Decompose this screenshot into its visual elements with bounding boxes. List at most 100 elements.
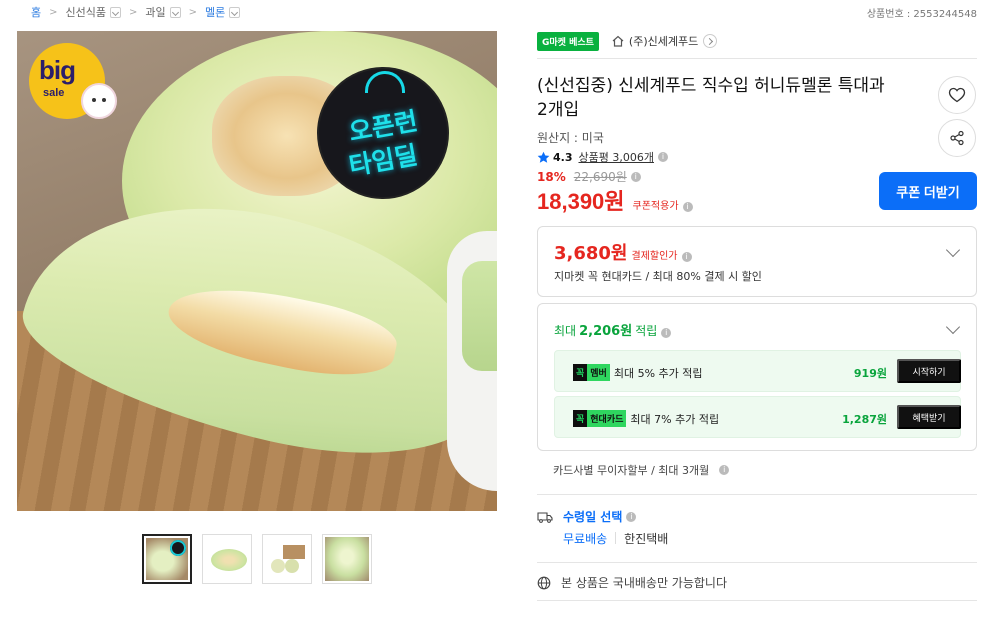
- globe-icon: [537, 576, 551, 589]
- breadcrumb-separator: >: [129, 6, 138, 18]
- reward-item-points: 1,287원: [842, 413, 887, 426]
- shipping-row: 수령일 선택 i: [537, 508, 637, 525]
- kkok-tag: 꼭: [573, 410, 588, 427]
- reward-card: 최대 2,206원 적립 i 꼭 멤버 최대 5% 추가 적립 919원 시작하기…: [537, 303, 977, 451]
- reward-item-text: 최대 5% 추가 적립: [613, 366, 703, 380]
- star-icon: [537, 151, 550, 163]
- installment-info: 카드사별 무이자할부 / 최대 3개월 i: [553, 462, 730, 478]
- chevron-down-icon[interactable]: [945, 242, 961, 258]
- divider: [537, 494, 977, 495]
- wishlist-button[interactable]: [938, 76, 976, 114]
- get-benefit-button[interactable]: 혜택받기: [897, 405, 961, 429]
- shipping-detail-row: 무료배송 한진택배: [563, 530, 668, 547]
- bowl-melon-illustration: [462, 261, 497, 371]
- thumbnail-image: [325, 537, 369, 581]
- alarm-clock-icon: [365, 71, 405, 93]
- info-icon[interactable]: i: [719, 465, 730, 475]
- big-sale-badge: big sale: [29, 43, 117, 119]
- divider: [537, 600, 977, 601]
- rating-value: 4.3: [553, 150, 573, 164]
- start-member-button[interactable]: 시작하기: [897, 359, 961, 383]
- best-tag[interactable]: G마켓 베스트: [537, 31, 599, 51]
- domestic-shipping-notice: 본 상품은 국내배송만 가능합니다: [537, 574, 727, 591]
- product-number: 상품번호 : 2553244548: [866, 9, 977, 20]
- reward-item-member: 꼭 멤버 최대 5% 추가 적립 919원 시작하기: [554, 350, 961, 392]
- thumbnail-1[interactable]: [142, 534, 192, 584]
- chevron-right-icon[interactable]: [703, 34, 718, 48]
- reward-amount: 2,206원: [579, 324, 633, 339]
- kkok-tag: 꼭: [573, 364, 588, 381]
- chevron-down-icon[interactable]: [945, 319, 961, 335]
- price-note: 쿠폰적용가: [632, 201, 679, 212]
- delivery-date-select[interactable]: 수령일 선택: [563, 508, 622, 525]
- reward-item-tag: 꼭 현대카드 최대 7% 추가 적립: [573, 410, 719, 427]
- thumbnail-3[interactable]: [262, 534, 312, 584]
- info-icon[interactable]: i: [657, 152, 668, 162]
- truck-icon: [537, 511, 553, 523]
- chevron-down-icon[interactable]: [229, 6, 241, 18]
- hyundai-card-tag: 현대카드: [587, 410, 627, 427]
- open-run-timedeal-badge: 오픈런 타임딜: [317, 67, 449, 199]
- bunny-icon: [81, 83, 117, 119]
- origin-text: 원산지 : 미국: [537, 131, 604, 145]
- breadcrumb-level3[interactable]: 멜론: [205, 4, 225, 20]
- big-sale-badge-big: big: [39, 55, 76, 85]
- reward-header: 최대 2,206원 적립 i: [554, 320, 672, 339]
- discount-rate: 18%: [537, 169, 566, 184]
- discount-row: 18% 22,690원 i: [537, 168, 641, 185]
- shop-home-icon[interactable]: [611, 34, 625, 48]
- reward-item-tag: 꼭 멤버 최대 5% 추가 적립: [573, 364, 703, 381]
- breadcrumb-level2[interactable]: 과일: [145, 4, 165, 20]
- thumbnail-image: [265, 537, 309, 581]
- thumbnail-4[interactable]: [322, 534, 372, 584]
- big-sale-badge-sale: sale: [43, 87, 65, 99]
- reward-prefix: 최대: [554, 324, 577, 338]
- reward-suffix: 적립: [635, 324, 658, 338]
- seller-row: G마켓 베스트 (주)신세계푸드: [537, 31, 718, 51]
- breadcrumb: 홈 > 신선식품 > 과일 > 멜론: [31, 3, 241, 21]
- divider: [615, 532, 617, 544]
- thumbnail-image: [146, 538, 188, 580]
- price-row: 18,390원 쿠폰적용가 i: [537, 184, 693, 216]
- reward-item-points: 919원: [853, 367, 887, 380]
- original-price: 22,690원: [573, 170, 627, 184]
- review-count-link[interactable]: 상품평 3,006개: [579, 149, 654, 165]
- installment-text: 카드사별 무이자할부 / 최대 3개월: [553, 464, 710, 477]
- carrier-name: 한진택배: [624, 532, 669, 546]
- product-main-image[interactable]: big sale 오픈런 타임딜: [17, 31, 497, 511]
- payment-discount-desc: 지마켓 꼭 현대카드 / 최대 80% 결제 시 할인: [554, 270, 762, 283]
- reward-item-text: 최대 7% 추가 적립: [630, 412, 720, 426]
- divider: [537, 58, 977, 59]
- info-icon[interactable]: i: [682, 202, 693, 212]
- payment-discount-card[interactable]: 3,680원 결제할인가 i 지마켓 꼭 현대카드 / 최대 80% 결제 시 …: [537, 226, 977, 297]
- payment-discount-label: 결제할인가: [631, 251, 678, 262]
- thumbnail-image: [205, 537, 249, 581]
- free-shipping-label: 무료배송: [563, 532, 608, 546]
- coupon-button[interactable]: 쿠폰 더받기: [879, 172, 977, 210]
- reward-item-card: 꼭 현대카드 최대 7% 추가 적립 1,287원 혜택받기: [554, 396, 961, 438]
- seller-name[interactable]: (주)신세계푸드: [629, 33, 698, 49]
- share-icon: [950, 130, 964, 146]
- breadcrumb-home[interactable]: 홈: [31, 4, 41, 20]
- chevron-down-icon[interactable]: [110, 6, 121, 18]
- domestic-notice-text: 본 상품은 국내배송만 가능합니다: [561, 576, 728, 590]
- chevron-down-icon[interactable]: [169, 6, 181, 18]
- heart-icon: [948, 87, 966, 103]
- payment-discount-amount-row: 3,680원 결제할인가 i: [554, 239, 692, 265]
- thumbnail-2[interactable]: [202, 534, 252, 584]
- thumbnail-list: [142, 534, 372, 584]
- info-icon[interactable]: i: [661, 328, 672, 338]
- info-icon[interactable]: i: [630, 171, 641, 182]
- breadcrumb-separator: >: [188, 6, 198, 18]
- share-button[interactable]: [938, 119, 976, 157]
- sale-price: 18,390원: [537, 189, 625, 214]
- divider: [537, 562, 977, 563]
- member-tag: 멤버: [587, 364, 610, 381]
- rating-row: 4.3 상품평 3,006개 i: [537, 149, 668, 165]
- info-icon[interactable]: i: [681, 252, 692, 262]
- product-title: (신선집중) 신세계푸드 직수입 허니듀멜론 특대과 2개입: [537, 76, 885, 120]
- breadcrumb-level1[interactable]: 신선식품: [66, 4, 106, 20]
- info-icon[interactable]: i: [626, 511, 637, 522]
- payment-discount-amount: 3,680원: [554, 243, 628, 264]
- breadcrumb-separator: >: [49, 6, 58, 18]
